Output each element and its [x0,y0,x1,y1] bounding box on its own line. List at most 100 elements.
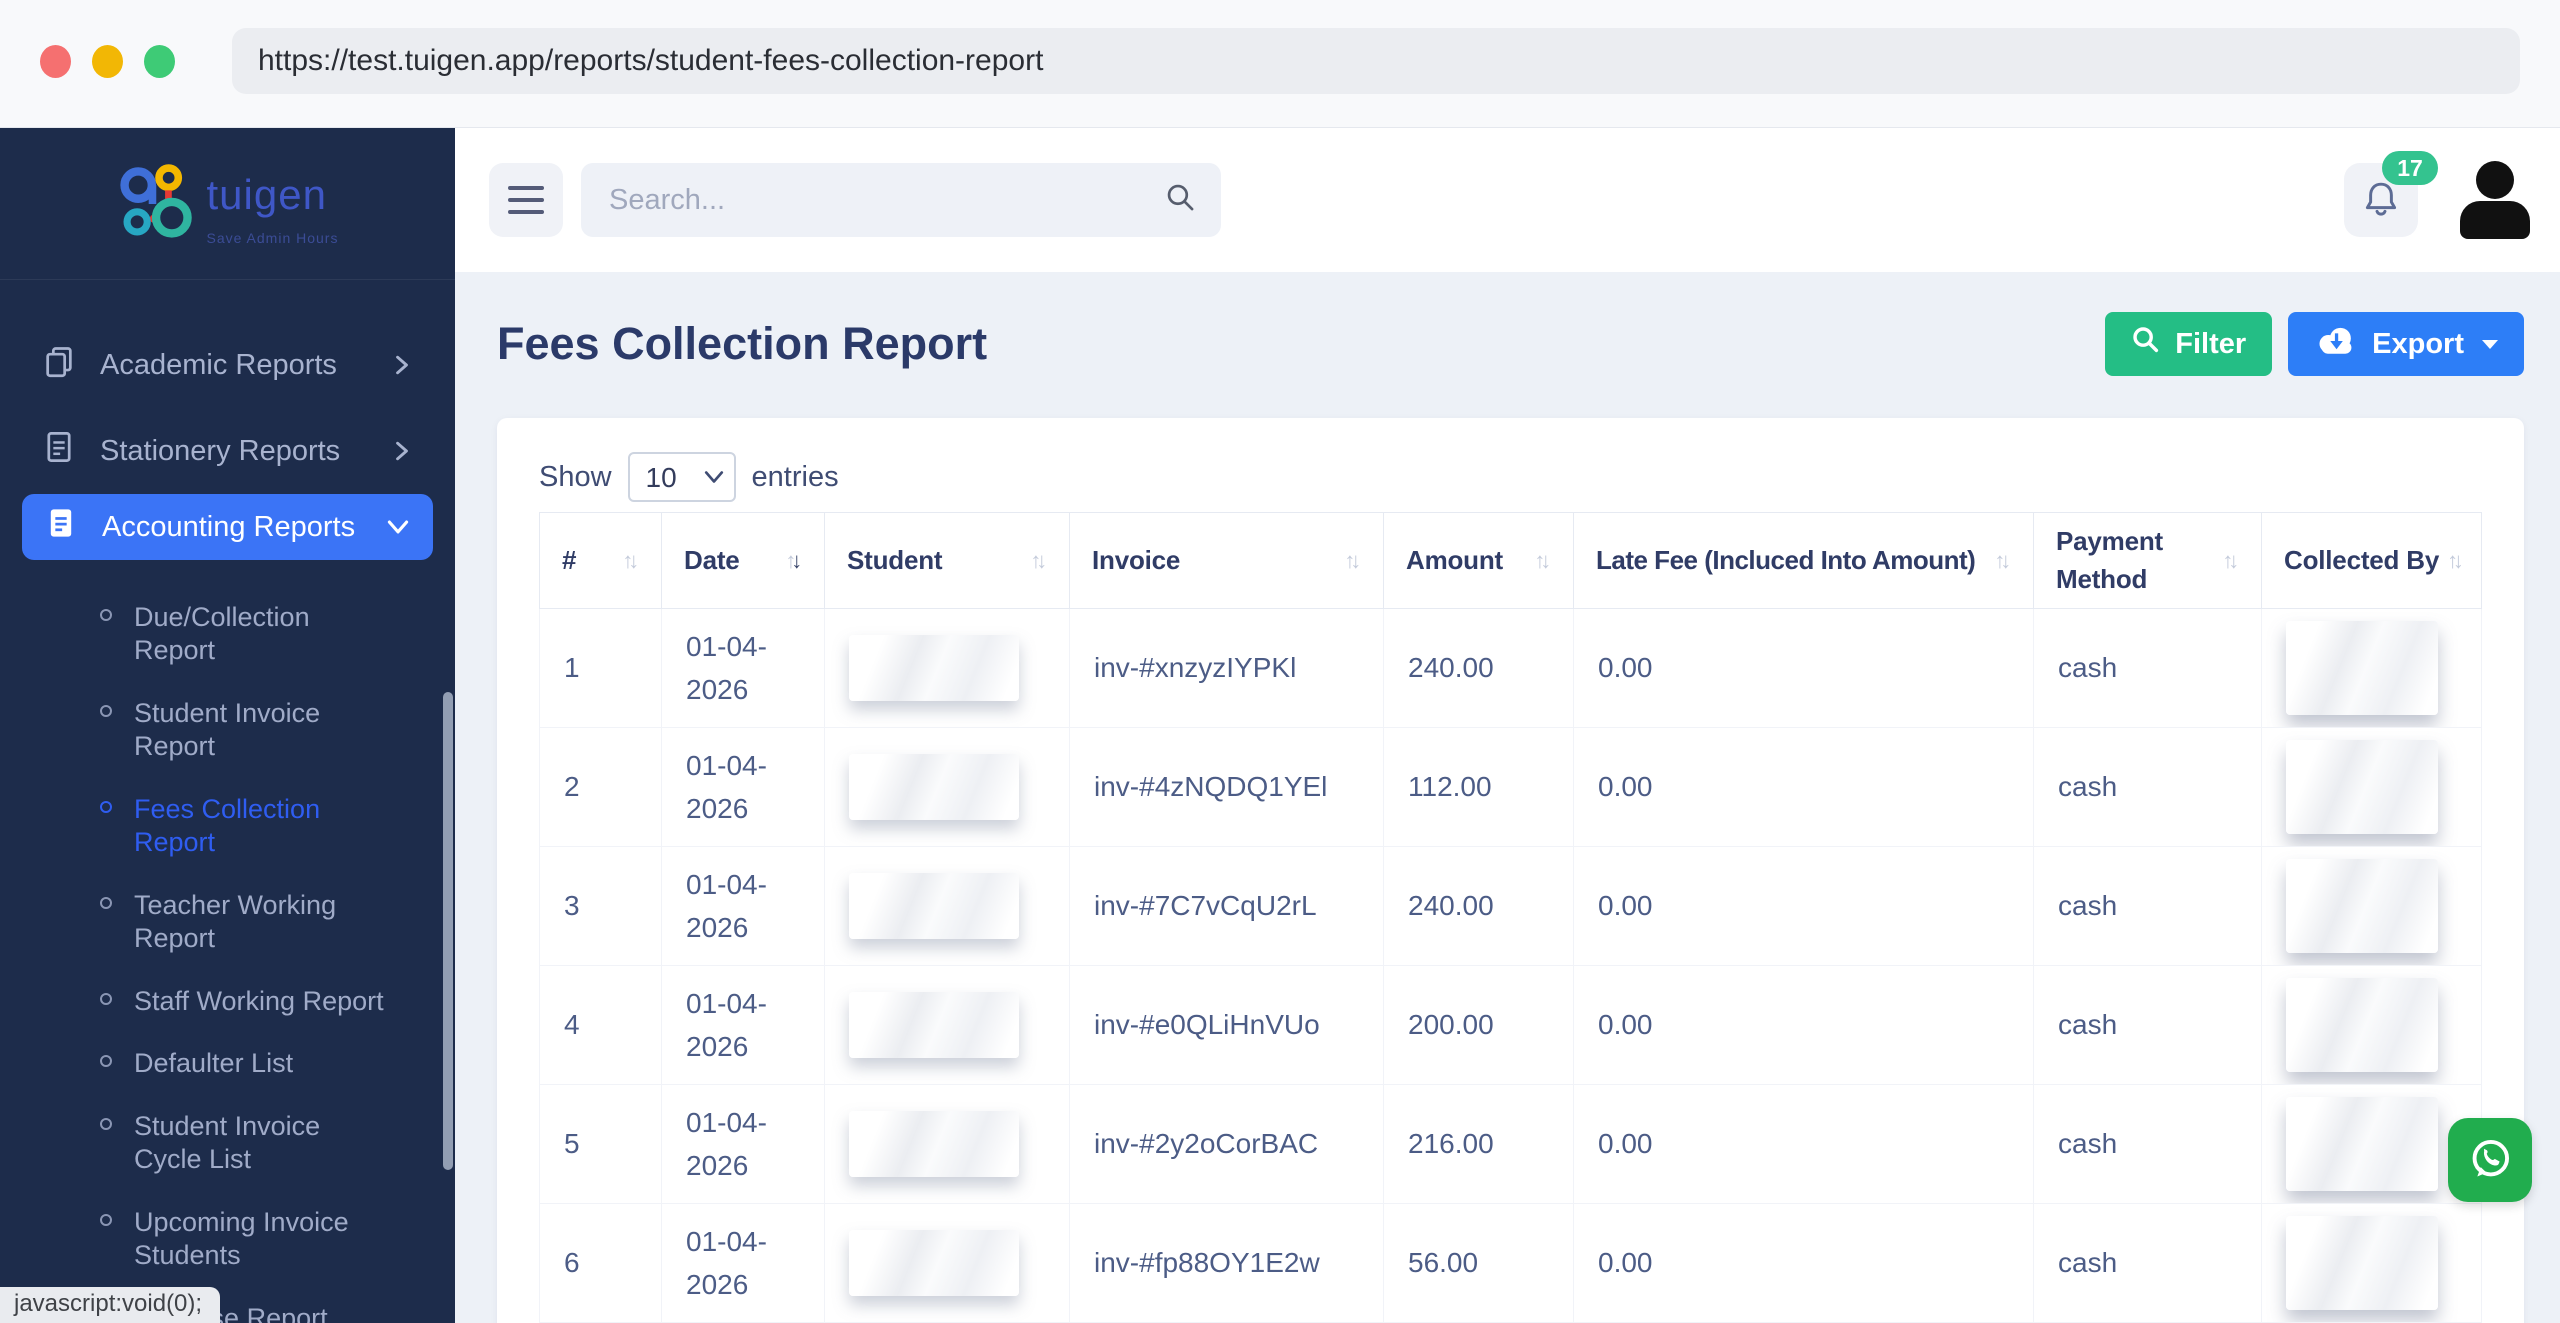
browser-chrome: https://test.tuigen.app/reports/student-… [0,0,2560,128]
submenu-item-label: Student Invoice Cycle List [134,1111,321,1175]
whatsapp-icon [2464,1133,2516,1188]
export-button[interactable]: Export [2288,312,2524,376]
table-row: 4 01-04-2026 inv-#e0QLiHnVUo 200.00 0.00… [539,965,2482,1086]
row-amount: 112.00 [1383,727,1574,848]
table-row: 6 01-04-2026 inv-#fp88OY1E2w 56.00 0.00 … [539,1203,2482,1323]
page-size-select[interactable]: 10 [627,452,736,502]
submenu-item[interactable]: Defaulter List [0,1032,455,1095]
table-header-row: # ↑↓ Date ↑↓ Student ↑↓ Invoice ↑↓ Amoun… [539,511,2482,610]
column-header[interactable]: Late Fee (Incluced Into Amount) ↑↓ [1573,511,2034,610]
row-amount: 216.00 [1383,1084,1574,1205]
column-header-label: Collected By [2284,545,2440,576]
chevron-right-icon [393,355,411,375]
address-bar-url: https://test.tuigen.app/reports/student-… [258,44,1044,77]
top-navbar: 17 [455,128,2560,272]
row-number: 6 [539,1203,662,1323]
sidebar-item-label: Stationery Reports [100,434,341,467]
collected-by-redacted [2286,740,2438,835]
export-button-label: Export [2372,327,2464,360]
sidebar-scrollbar[interactable] [443,692,453,1170]
submenu-item[interactable]: Student Invoice Report [0,682,455,778]
column-header-label: Student [847,545,943,576]
window-minimize-button[interactable] [92,45,123,78]
row-late-fee: 0.00 [1573,1084,2034,1205]
row-amount: 240.00 [1383,846,1574,967]
accounting-reports-submenu: Due/Collection Report Student Invoice Re… [0,586,455,1323]
table-row: 5 01-04-2026 inv-#2y2oCorBAC 216.00 0.00… [539,1084,2482,1205]
bullet-circle-icon [100,896,112,909]
row-amount: 240.00 [1383,608,1574,729]
student-name-redacted [849,992,1019,1059]
submenu-item[interactable]: Upcoming Invoice Students [0,1191,455,1287]
row-invoice: inv-#fp88OY1E2w [1069,1203,1384,1323]
student-name-redacted [849,1230,1019,1297]
column-header[interactable]: Collected By ↑↓ [2261,511,2482,610]
window-maximize-button[interactable] [144,45,175,78]
collected-by-redacted [2286,1216,2438,1311]
filter-button[interactable]: Filter [2105,312,2273,376]
bullet-circle-icon [100,800,112,813]
column-header[interactable]: # ↑↓ [539,511,662,610]
sort-arrows-icon: ↑↓ [785,547,802,573]
notification-count-badge: 17 [2382,151,2438,185]
student-name-redacted [849,873,1019,940]
submenu-item[interactable]: Due/Collection Report [0,586,455,682]
row-late-fee: 0.00 [1573,846,2034,967]
sidebar-item-accounting-reports[interactable]: Accounting Reports [22,494,433,560]
notifications-button[interactable]: 17 [2344,151,2438,237]
sort-arrows-icon: ↑↓ [1344,547,1361,573]
row-number: 4 [539,965,662,1086]
student-name-redacted [849,1111,1019,1178]
show-label: Show [539,460,612,493]
cloud-download-icon [2314,325,2358,364]
row-payment-method: cash [2033,846,2262,967]
column-header[interactable]: Student ↑↓ [824,511,1070,610]
address-bar[interactable]: https://test.tuigen.app/reports/student-… [232,28,2520,94]
row-payment-method: cash [2033,1203,2262,1323]
submenu-item[interactable]: Teacher Working Report [0,874,455,970]
bullet-circle-icon [100,609,112,621]
row-number: 5 [539,1084,662,1205]
caret-down-icon [2482,339,2498,349]
sidebar-item-stationery-reports[interactable]: Stationery Reports [0,408,455,494]
row-date: 01-04-2026 [686,987,767,1063]
link-status-tooltip: javascript:void(0); [0,1287,221,1323]
column-header-label: Late Fee (Incluced Into Amount) [1596,545,1976,576]
submenu-item[interactable]: Student Invoice Cycle List [0,1095,455,1191]
column-header-label: Date [684,545,740,576]
row-late-fee: 0.00 [1573,965,2034,1086]
sidebar-item-label: Academic Reports [100,348,337,381]
student-name-redacted [849,635,1019,702]
search-icon[interactable] [1165,182,1197,219]
row-invoice: inv-#4zNQDQ1YEl [1069,727,1384,848]
file-text-icon [44,506,78,548]
sort-arrows-icon: ↑↓ [1030,547,1047,573]
search-input[interactable] [609,183,1165,217]
column-header[interactable]: Payment Method ↑↓ [2033,511,2262,610]
submenu-item[interactable]: Fees Collection Report [0,778,455,874]
document-icon [42,430,76,472]
table-row: 2 01-04-2026 inv-#4zNQDQ1YEl 112.00 0.00… [539,727,2482,848]
chevron-right-icon [393,441,411,461]
whatsapp-button[interactable] [2448,1118,2532,1202]
column-header[interactable]: Amount ↑↓ [1383,511,1574,610]
submenu-item[interactable]: Staff Working Report [0,970,455,1033]
user-avatar[interactable] [2456,161,2534,239]
sidebar-item-academic-reports[interactable]: Academic Reports [0,322,455,408]
bullet-circle-icon [100,704,112,717]
column-header[interactable]: Date ↑↓ [661,511,825,610]
avatar-head [2476,161,2514,199]
column-header[interactable]: Invoice ↑↓ [1069,511,1384,610]
main-content: Fees Collection Report Filter Export Sho… [455,272,2560,1323]
column-header-label: Amount [1406,545,1503,576]
window-close-button[interactable] [40,45,71,78]
row-date: 01-04-2026 [686,630,767,706]
sidebar-item-label: Accounting Reports [102,510,356,543]
submenu-item-label: Upcoming Invoice Students [134,1207,349,1271]
menu-toggle-button[interactable] [489,163,563,237]
app-logo[interactable]: tuigen Save Admin Hours [0,128,455,280]
link-status-text: javascript:void(0); [14,1290,203,1317]
pages-icon [42,344,76,386]
row-invoice: inv-#e0QLiHnVUo [1069,965,1384,1086]
row-payment-method: cash [2033,1084,2262,1205]
